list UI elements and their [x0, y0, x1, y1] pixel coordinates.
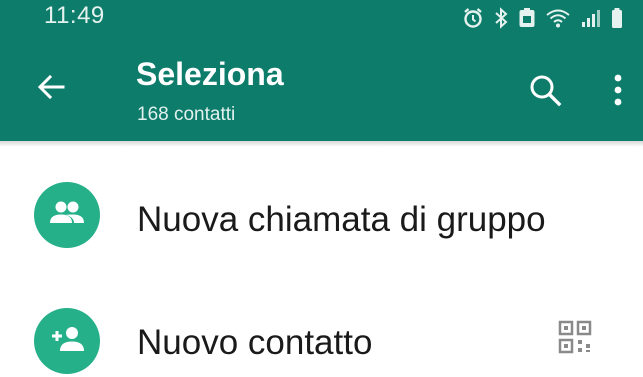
more-vertical-icon	[613, 73, 623, 112]
search-button[interactable]	[523, 70, 567, 114]
contacts-count: 168 contatti	[137, 104, 236, 125]
app-bar-shadow	[0, 141, 643, 147]
bluetooth-icon	[493, 7, 509, 29]
qr-code-button[interactable]	[551, 315, 599, 363]
battery-icon	[611, 7, 623, 29]
signal-icon	[580, 7, 602, 29]
app-bar: Seleziona 168 contatti	[0, 36, 643, 141]
status-bar: 11:49	[0, 0, 643, 36]
alarm-icon	[462, 7, 484, 29]
new-contact-avatar	[34, 308, 100, 374]
status-time: 11:49	[44, 2, 105, 29]
add-person-icon	[48, 325, 86, 358]
page-title: Seleziona	[136, 56, 284, 92]
status-icons	[462, 6, 623, 30]
battery-saver-icon	[518, 7, 536, 29]
arrow-left-icon	[36, 72, 66, 107]
new-contact-label: Nuovo contatto	[137, 323, 373, 362]
group-icon	[49, 199, 85, 232]
group-avatar	[34, 182, 100, 248]
back-button[interactable]	[30, 68, 72, 110]
contact-picker-screen: 11:49 Seleziona 168 contatti Nuova chiam…	[0, 0, 643, 377]
wifi-icon	[545, 7, 571, 29]
more-options-button[interactable]	[604, 70, 632, 114]
search-icon	[528, 73, 562, 112]
list-item-new-group-call[interactable]: Nuova chiamata di gruppo	[0, 172, 643, 262]
qr-code-icon	[558, 320, 592, 359]
new-group-call-label: Nuova chiamata di gruppo	[137, 200, 546, 239]
list-item-new-contact[interactable]: Nuovo contatto	[0, 295, 643, 377]
